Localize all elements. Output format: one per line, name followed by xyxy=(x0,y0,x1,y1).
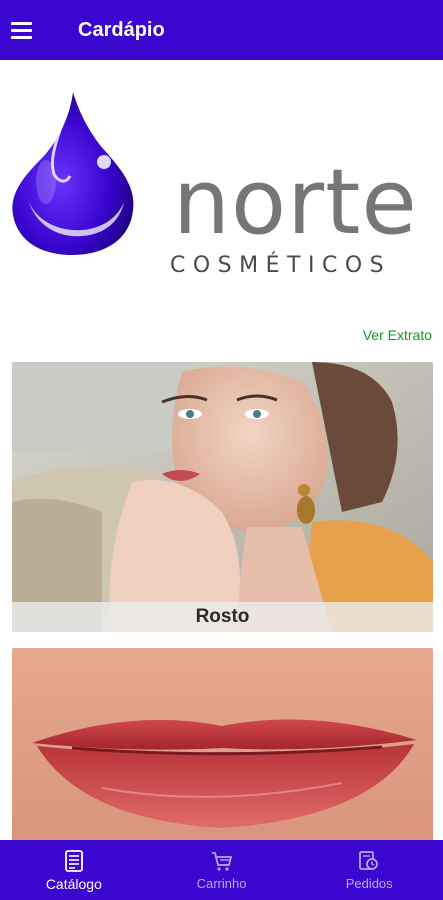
cart-icon xyxy=(211,852,232,871)
rosto-image xyxy=(12,362,433,632)
nav-pedidos[interactable]: Pedidos xyxy=(295,840,443,900)
logo-subtitle: COSMÉTICOS xyxy=(170,253,392,278)
nav-label-pedidos: Pedidos xyxy=(345,876,393,891)
brand-logo: norte COSMÉTICOS xyxy=(10,90,435,278)
logo-wordmark: norte xyxy=(173,150,418,255)
menu-icon xyxy=(10,20,32,41)
category-card-rosto[interactable]: Rosto xyxy=(12,362,433,632)
app-bar: Cardápio xyxy=(0,0,443,60)
menu-book-icon xyxy=(64,849,83,872)
category-label-rosto: Rosto xyxy=(12,602,433,632)
bottom-navigation: Catálogo Carrinho Pedidos xyxy=(0,840,443,900)
main-content[interactable]: norte COSMÉTICOS Ver Extrato Rosto xyxy=(0,60,443,840)
orders-icon xyxy=(359,851,379,870)
nav-carrinho[interactable]: Carrinho xyxy=(148,840,296,900)
page-title: Cardápio xyxy=(78,18,165,41)
ver-extrato-link[interactable]: Ver Extrato xyxy=(363,327,432,343)
lips-image xyxy=(12,648,433,840)
nav-catalogo[interactable]: Catálogo xyxy=(0,840,148,900)
menu-button[interactable] xyxy=(0,0,60,60)
category-card-lips[interactable] xyxy=(12,648,433,840)
nav-label-catalogo: Catálogo xyxy=(45,875,102,892)
nav-label-carrinho: Carrinho xyxy=(196,876,247,891)
drop-logo-icon xyxy=(12,92,134,255)
